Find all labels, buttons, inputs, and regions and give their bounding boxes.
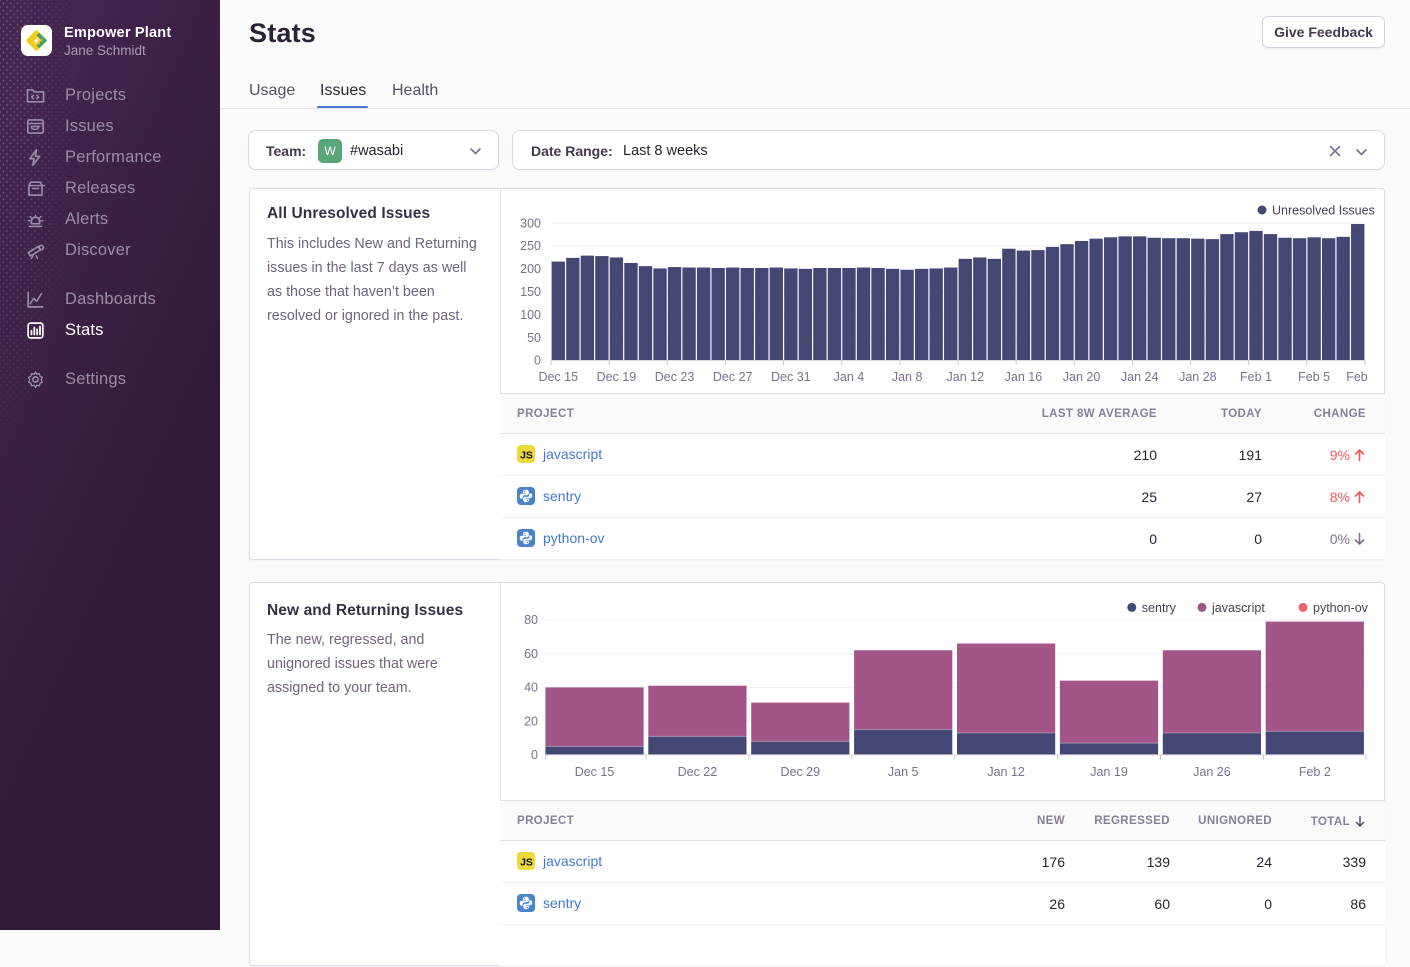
svg-text:200: 200: [520, 262, 541, 276]
svg-text:150: 150: [520, 285, 541, 299]
svg-text:80: 80: [524, 613, 538, 627]
svg-text:Feb: Feb: [1346, 370, 1368, 384]
svg-text:Feb 1: Feb 1: [1240, 370, 1272, 384]
svg-text:python-ov: python-ov: [1313, 601, 1369, 615]
svg-text:Jan 20: Jan 20: [1063, 370, 1101, 384]
svg-text:Jan 12: Jan 12: [987, 765, 1025, 779]
svg-text:JS: JS: [520, 857, 533, 869]
svg-text:Dec 27: Dec 27: [713, 370, 753, 384]
svg-text:Dec 31: Dec 31: [771, 370, 811, 384]
svg-text:javascript: javascript: [1211, 601, 1265, 615]
svg-text:Jan 5: Jan 5: [888, 765, 919, 779]
svg-text:Dec 22: Dec 22: [678, 765, 718, 779]
svg-text:0: 0: [534, 354, 541, 368]
svg-text:Dec 15: Dec 15: [538, 370, 578, 384]
svg-text:0: 0: [531, 748, 538, 762]
svg-text:Jan 16: Jan 16: [1005, 370, 1043, 384]
svg-text:Jan 24: Jan 24: [1121, 370, 1159, 384]
svg-text:Jan 8: Jan 8: [892, 370, 923, 384]
svg-text:Dec 23: Dec 23: [655, 370, 695, 384]
svg-text:Dec 19: Dec 19: [597, 370, 637, 384]
svg-text:Jan 12: Jan 12: [947, 370, 985, 384]
svg-text:Dec 15: Dec 15: [575, 765, 615, 779]
svg-text:250: 250: [520, 239, 541, 253]
svg-text:100: 100: [520, 308, 541, 322]
svg-text:Unresolved Issues: Unresolved Issues: [1272, 204, 1375, 218]
svg-text:300: 300: [520, 216, 541, 230]
svg-text:Dec 29: Dec 29: [780, 765, 820, 779]
svg-text:60: 60: [524, 647, 538, 661]
svg-text:Feb 2: Feb 2: [1299, 765, 1331, 779]
svg-text:Jan 19: Jan 19: [1090, 765, 1128, 779]
svg-text:Jan 28: Jan 28: [1179, 370, 1217, 384]
svg-text:sentry: sentry: [1142, 601, 1177, 615]
svg-text:50: 50: [527, 331, 541, 345]
svg-text:40: 40: [524, 681, 538, 695]
svg-text:20: 20: [524, 714, 538, 728]
svg-text:Jan 4: Jan 4: [834, 370, 865, 384]
svg-text:Jan 26: Jan 26: [1193, 765, 1231, 779]
svg-text:JS: JS: [520, 450, 533, 462]
svg-text:Feb 5: Feb 5: [1298, 370, 1330, 384]
